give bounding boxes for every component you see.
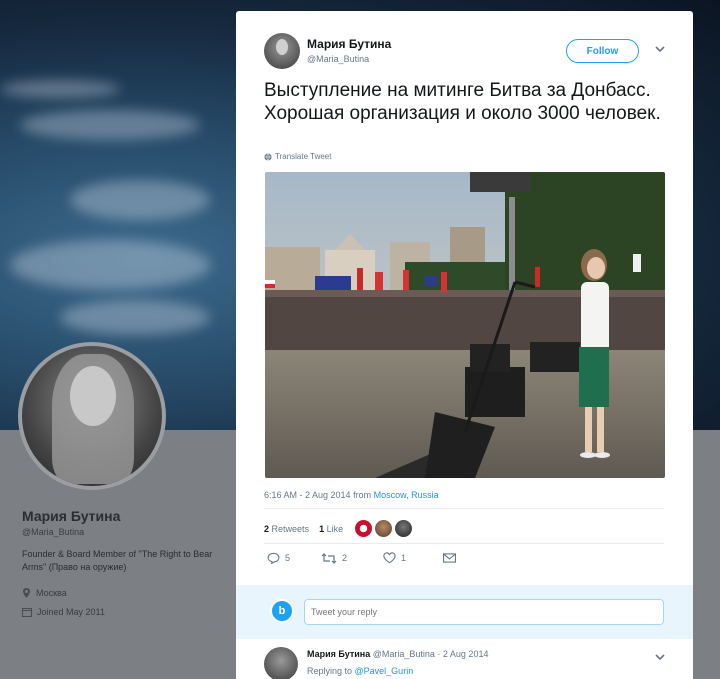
likes-stat[interactable]: 1 Like — [319, 524, 343, 534]
like-action[interactable]: 1 — [383, 552, 439, 564]
tweet-stats: 2 Retweets 1 Like — [264, 520, 413, 537]
reply-author-name[interactable]: Мария Бутина — [307, 649, 370, 659]
tweet-time: 6:16 AM - 2 Aug 2014 from — [264, 490, 374, 500]
profile-bio: Founder & Board Member of "The Right to … — [22, 549, 213, 572]
profile-location-text: Москва — [36, 588, 67, 598]
chevron-down-icon[interactable] — [654, 651, 666, 663]
translate-tweet-label: Translate Tweet — [275, 152, 332, 161]
profile-location: Москва — [22, 588, 67, 598]
globe-icon — [264, 152, 272, 161]
tweet-author-name[interactable]: Мария Бутина — [307, 37, 391, 51]
replying-to-prefix: Replying to — [307, 666, 355, 676]
liker-avatar[interactable] — [375, 520, 393, 537]
likes-label: Like — [326, 523, 344, 534]
liker-avatar[interactable] — [355, 520, 373, 537]
profile-name: Мария Бутина — [22, 508, 121, 524]
retweets-stat[interactable]: 2 Retweets — [264, 524, 309, 534]
rally-photo-image — [265, 172, 665, 478]
reply-icon — [267, 552, 280, 564]
replying-to-link[interactable]: @Pavel_Gurin — [355, 666, 414, 676]
profile-joined-text: Joined May 2011 — [37, 607, 105, 617]
reply-tweet-header: Мария Бутина @Maria_Butina · 2 Aug 2014 — [307, 649, 488, 659]
tweet-text: Выступление на митинге Битва за Донбасс.… — [264, 80, 661, 124]
reply-author-avatar[interactable] — [264, 647, 298, 679]
likers-avatars — [355, 520, 413, 537]
tweet-author-handle[interactable]: @Maria_Butina — [307, 54, 369, 64]
tweet-timestamp: 6:16 AM - 2 Aug 2014 from Moscow, Russia — [264, 490, 439, 500]
retweets-label: Retweets — [271, 523, 310, 534]
reply-composer: b — [236, 585, 693, 639]
reply-tweet[interactable]: Мария Бутина @Maria_Butina · 2 Aug 2014 … — [236, 639, 693, 679]
location-pin-icon — [23, 588, 30, 598]
tweet-actions: 5 2 1 — [267, 552, 456, 564]
like-count: 1 — [401, 553, 407, 563]
envelope-icon — [443, 553, 456, 563]
translate-tweet-link[interactable]: Translate Tweet — [264, 152, 331, 161]
current-user-avatar[interactable]: b — [270, 599, 294, 623]
divider — [264, 543, 664, 544]
follow-button[interactable]: Follow — [566, 39, 639, 63]
reply-input[interactable] — [304, 599, 664, 625]
tweet-author-avatar[interactable] — [264, 33, 300, 69]
profile-handle: @Maria_Butina — [22, 527, 85, 537]
divider — [264, 508, 664, 509]
liker-avatar[interactable] — [395, 520, 413, 537]
retweet-icon — [321, 552, 337, 564]
tweet-location-link[interactable]: Moscow, Russia — [374, 490, 439, 500]
retweets-count: 2 — [264, 523, 270, 534]
profile-joined: Joined May 2011 — [22, 607, 105, 617]
tweet-modal: Мария Бутина @Maria_Butina Follow Выступ… — [236, 11, 693, 679]
retweet-action[interactable]: 2 — [321, 552, 381, 564]
tweet-photo[interactable] — [265, 172, 665, 478]
direct-message-action[interactable] — [443, 553, 456, 563]
reply-count: 5 — [285, 553, 291, 563]
reply-tweet-meta: @Maria_Butina · 2 Aug 2014 — [370, 649, 489, 659]
chevron-down-icon[interactable] — [654, 43, 666, 55]
likes-count: 1 — [319, 523, 325, 534]
profile-avatar[interactable] — [18, 342, 166, 490]
retweet-count: 2 — [342, 553, 348, 563]
reply-action[interactable]: 5 — [267, 552, 317, 564]
calendar-icon — [22, 608, 32, 617]
heart-icon — [383, 552, 396, 564]
replying-to: Replying to @Pavel_Gurin — [307, 666, 413, 676]
